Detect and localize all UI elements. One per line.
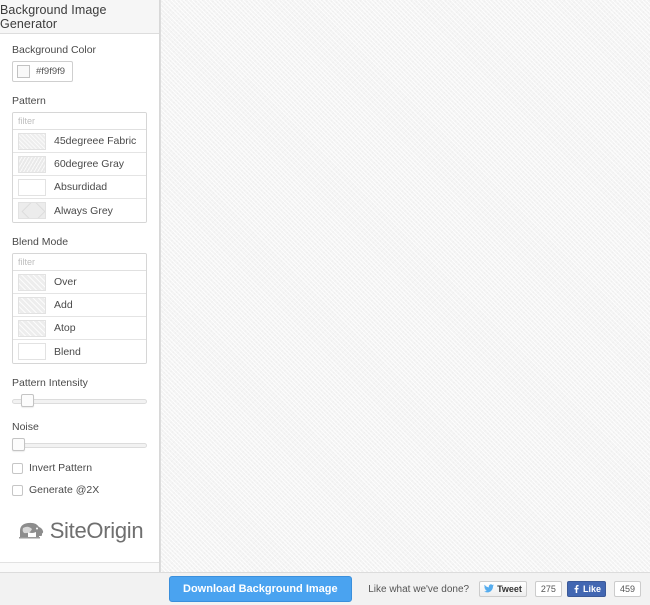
pattern-listbox: 45degreee Fabric 60degree Gray Absurdida… [12,112,147,223]
list-item-label: Add [54,299,73,311]
list-item[interactable]: Blend [13,340,146,363]
pattern-thumbnail-icon [18,202,46,219]
list-item[interactable]: Add [13,294,146,317]
background-color-field[interactable]: #f9f9f9 [12,61,74,82]
list-item-label: Always Grey [54,204,113,217]
list-item[interactable]: 60degree Gray [13,153,146,176]
blend-mode-listbox: Over Add Atop Blend [12,253,147,364]
description-text: This is a simple background image genera… [0,562,159,572]
blend-mode-label: Blend Mode [12,236,69,248]
slider-handle[interactable] [21,394,34,407]
social-share-group: Like what we've done? Tweet 275 Like 459 [368,581,641,597]
pattern-label: Pattern [12,95,46,107]
like-question-text: Like what we've done? [368,583,470,595]
list-item-label: Blend [54,345,81,358]
noise-label: Noise [12,421,39,433]
color-swatch-icon[interactable] [17,65,30,78]
background-color-value: #f9f9f9 [36,66,66,77]
blend-mode-filter-input[interactable] [13,254,146,271]
slider-track[interactable] [12,443,147,448]
background-color-label: Background Color [12,44,97,56]
generate-2x-label: Generate @2X [29,484,100,496]
window-titlebar: Background Image Generator [0,0,159,34]
list-item-label: Over [54,276,77,288]
siteorigin-logo[interactable]: SiteOrigin [12,518,147,544]
app-root: Background Image Generator Background Co… [0,0,650,605]
tweet-button-label: Tweet [497,584,522,594]
noise-slider[interactable] [12,438,147,452]
blend-thumbnail-icon [18,273,46,291]
list-item-label: 45degreee Fabric [54,135,137,147]
twitter-bird-icon [484,583,495,595]
blend-thumbnail-icon [18,296,46,314]
facebook-like-button[interactable]: Like [566,581,606,597]
list-item[interactable]: Over [13,271,146,294]
blend-thumbnail-icon [18,319,46,337]
download-background-image-button[interactable]: Download Background Image [169,576,352,602]
tweet-count: 275 [534,581,562,597]
facebook-icon [572,584,580,595]
settings-sidebar: Background Image Generator Background Co… [0,0,160,572]
checkbox-icon[interactable] [12,484,23,496]
pattern-thumbnail-icon [18,178,46,196]
siteorigin-wordmark: SiteOrigin [49,518,144,543]
list-item[interactable]: 45degreee Fabric [13,130,146,153]
facebook-like-count: 459 [613,581,641,597]
facebook-like-label: Like [582,584,601,594]
list-item-label: 60degree Gray [54,158,125,170]
checkbox-icon[interactable] [12,462,23,474]
pattern-intensity-label: Pattern Intensity [12,377,88,389]
list-item-label: Atop [54,322,76,334]
slider-handle[interactable] [12,438,25,451]
list-item[interactable]: Atop [13,317,146,340]
invert-pattern-checkbox-row[interactable]: Invert Pattern [12,462,147,474]
pattern-filter-input[interactable] [13,113,146,130]
generate-2x-checkbox-row[interactable]: Generate @2X [12,484,147,496]
tweet-button[interactable]: Tweet [479,581,527,597]
settings-panel: Background Color #f9f9f9 Pattern 45degre… [0,34,159,544]
list-item[interactable]: Always Grey [13,199,146,222]
pattern-intensity-slider[interactable] [12,394,147,408]
elephant-icon [16,519,46,543]
page-title: Background Image Generator [0,2,107,31]
bottom-toolbar: Download Background Image Like what we'v… [0,572,650,605]
pattern-thumbnail-icon [18,132,46,150]
list-item-label: Absurdidad [54,181,108,193]
pattern-thumbnail-icon [18,155,46,173]
list-item[interactable]: Absurdidad [13,176,146,199]
invert-pattern-label: Invert Pattern [29,462,93,474]
background-preview-canvas [160,0,650,572]
blend-thumbnail-icon [18,343,46,360]
